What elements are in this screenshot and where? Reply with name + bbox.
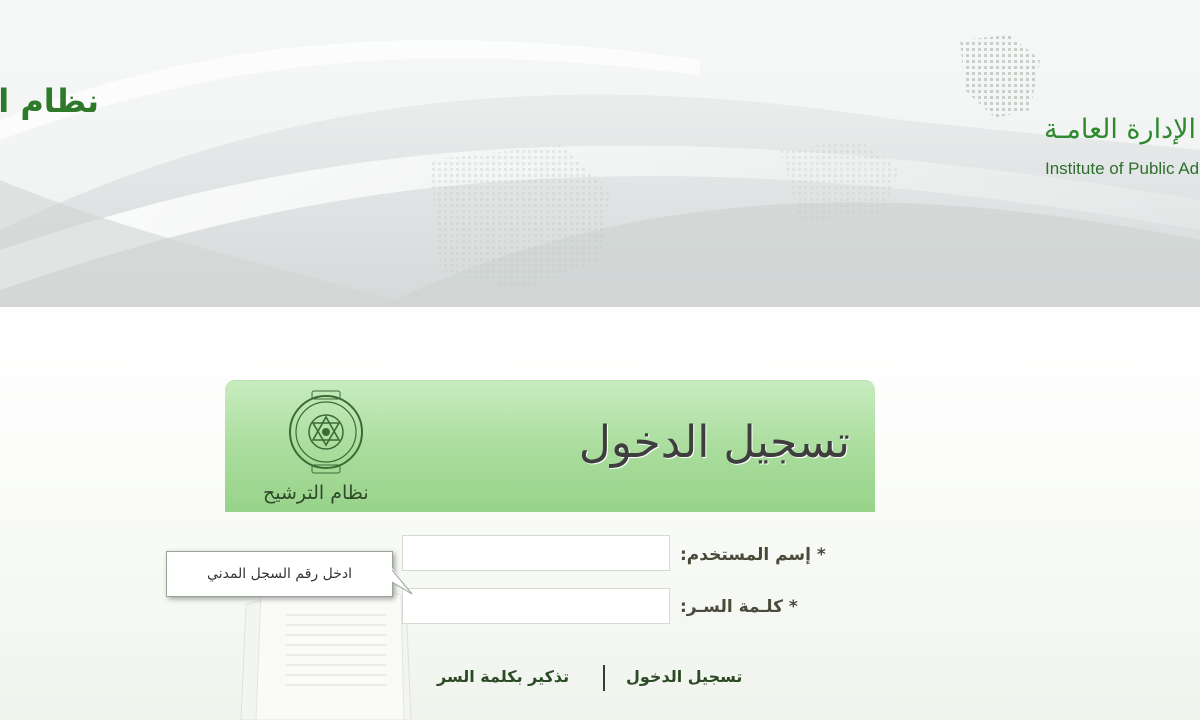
header-banner: نظام الترشيح معهد الإدارة العامـة Instit… xyxy=(0,0,1200,307)
login-title: تسجيل الدخول xyxy=(578,417,850,468)
ipa-emblem-icon xyxy=(289,390,363,474)
password-label: * كلـمة السـر: xyxy=(680,597,798,617)
username-label: * إسم المستخدم: xyxy=(680,545,826,565)
system-title: نظام الترشيح xyxy=(0,82,99,120)
forgot-password-link[interactable]: تذكير بكلمة السر xyxy=(437,667,569,686)
username-tooltip: ادخل رقم السجل المدني xyxy=(166,551,393,597)
login-link[interactable]: تسجيل الدخول xyxy=(626,667,742,686)
institute-name-english: Institute of Public Administration xyxy=(1045,159,1200,178)
banner-background xyxy=(0,0,1200,307)
password-input[interactable] xyxy=(402,588,670,624)
tooltip-pointer-icon xyxy=(392,568,413,595)
login-system-name: نظام الترشيح xyxy=(263,482,369,504)
login-header: تسجيل الدخول نظام الترشيح xyxy=(225,380,875,512)
page-background xyxy=(0,307,1200,720)
link-divider xyxy=(603,665,605,691)
institute-name-arabic: معهد الإدارة العامـة xyxy=(1044,114,1200,145)
username-input[interactable] xyxy=(402,535,670,571)
